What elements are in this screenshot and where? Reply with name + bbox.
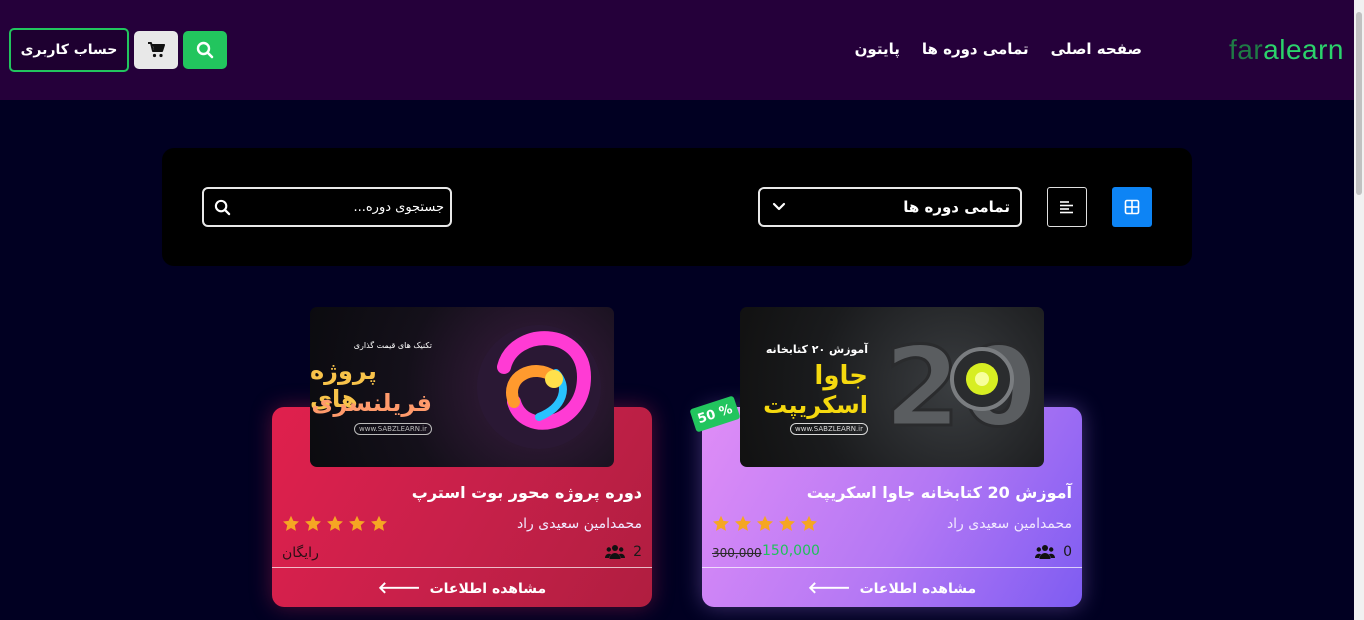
star-icon bbox=[327, 515, 343, 531]
view-details-label: مشاهده اطلاعات bbox=[859, 581, 977, 597]
course-title[interactable]: آموزش 20 کتابخانه جاوا اسکریپت bbox=[807, 483, 1072, 502]
thumb-heading-1: جاوا bbox=[814, 361, 868, 391]
list-icon bbox=[1060, 201, 1073, 214]
grid-view-button[interactable] bbox=[1112, 187, 1152, 227]
star-icon bbox=[713, 515, 729, 531]
main-nav: صفحه اصلی تمامی دوره ها پایتون bbox=[855, 40, 1142, 58]
view-details-link[interactable]: مشاهده اطلاعات 🡐 bbox=[272, 577, 652, 597]
star-icon bbox=[779, 515, 795, 531]
arrow-left-icon: 🡐 bbox=[377, 578, 421, 597]
list-view-button[interactable] bbox=[1047, 187, 1087, 227]
nav-all-courses[interactable]: تمامی دوره ها bbox=[922, 40, 1029, 58]
logo-part-2: alearn bbox=[1263, 34, 1344, 65]
view-details-label: مشاهده اطلاعات bbox=[429, 581, 547, 597]
site-header: faralearn صفحه اصلی تمامی دوره ها پایتون… bbox=[0, 0, 1354, 100]
nav-home[interactable]: صفحه اصلی bbox=[1051, 40, 1142, 58]
nav-python[interactable]: پایتون bbox=[855, 40, 900, 58]
category-select[interactable]: تمامی دوره ها bbox=[758, 187, 1022, 227]
star-icon bbox=[371, 515, 387, 531]
rating-stars bbox=[282, 515, 388, 532]
page-scrollbar[interactable] bbox=[1354, 0, 1364, 620]
cart-icon bbox=[148, 42, 165, 58]
new-price: 150,000 bbox=[762, 543, 820, 559]
star-icon bbox=[757, 515, 773, 531]
students-count: 2 bbox=[605, 544, 642, 560]
thumb-caption: تکنیک های قیمت گذاری bbox=[353, 341, 432, 350]
course-teacher: محمدامین سعیدی راد bbox=[946, 516, 1072, 532]
users-icon bbox=[1035, 545, 1056, 559]
star-icon bbox=[349, 515, 365, 531]
star-icon bbox=[305, 515, 321, 531]
star-icon bbox=[801, 515, 817, 531]
old-price: 300,000 bbox=[712, 546, 762, 560]
site-logo[interactable]: faralearn bbox=[1229, 34, 1344, 66]
header-search-button[interactable] bbox=[183, 31, 227, 69]
scrollbar-thumb[interactable] bbox=[1356, 12, 1362, 195]
price-free: رایگان bbox=[282, 545, 319, 561]
students-count: 0 bbox=[1035, 544, 1072, 560]
thumb-site: www.SABZLEARN.ir bbox=[790, 423, 868, 435]
account-button[interactable]: حساب کاربری bbox=[9, 28, 129, 72]
course-teacher: محمدامین سعیدی راد bbox=[516, 516, 642, 532]
search-icon bbox=[196, 41, 214, 59]
thumb-heading-2: اسکریپت bbox=[763, 391, 868, 419]
course-filter-bar: تمامی دوره ها bbox=[162, 148, 1192, 266]
users-icon bbox=[605, 545, 626, 559]
arrow-left-icon: 🡐 bbox=[807, 578, 851, 597]
course-search-input[interactable] bbox=[238, 189, 444, 225]
number-20-graphic: 20 bbox=[883, 322, 1031, 453]
star-icon bbox=[283, 515, 299, 531]
cart-button[interactable] bbox=[134, 31, 178, 69]
card-divider bbox=[272, 567, 652, 568]
logo-part-1: far bbox=[1228, 34, 1264, 65]
thumb-site: www.SABZLEARN.ir bbox=[354, 423, 432, 435]
card-divider bbox=[702, 567, 1082, 568]
rating-stars bbox=[712, 515, 818, 532]
neon-logo-graphic bbox=[477, 325, 601, 449]
category-select-value: تمامی دوره ها bbox=[903, 198, 1010, 216]
star-icon bbox=[735, 515, 751, 531]
course-thumbnail[interactable]: 20 آموزش ۲۰ کتابخانه جاوا اسکریپت www.SA… bbox=[740, 307, 1044, 467]
course-thumbnail[interactable]: تکنیک های قیمت گذاری پروژه های فریلنسری … bbox=[310, 307, 614, 467]
course-search-box[interactable] bbox=[202, 187, 452, 227]
view-details-link[interactable]: مشاهده اطلاعات 🡐 bbox=[702, 577, 1082, 597]
course-title[interactable]: دوره پروژه محور بوت استرپ bbox=[412, 483, 642, 502]
chevron-down-icon bbox=[772, 202, 786, 211]
students-number: 0 bbox=[1063, 544, 1072, 560]
search-icon[interactable] bbox=[214, 199, 231, 216]
grid-icon bbox=[1124, 199, 1140, 215]
thumb-heading-2: فریلنسری bbox=[311, 389, 432, 417]
thumb-caption: آموزش ۲۰ کتابخانه bbox=[765, 343, 868, 356]
students-number: 2 bbox=[633, 544, 642, 560]
